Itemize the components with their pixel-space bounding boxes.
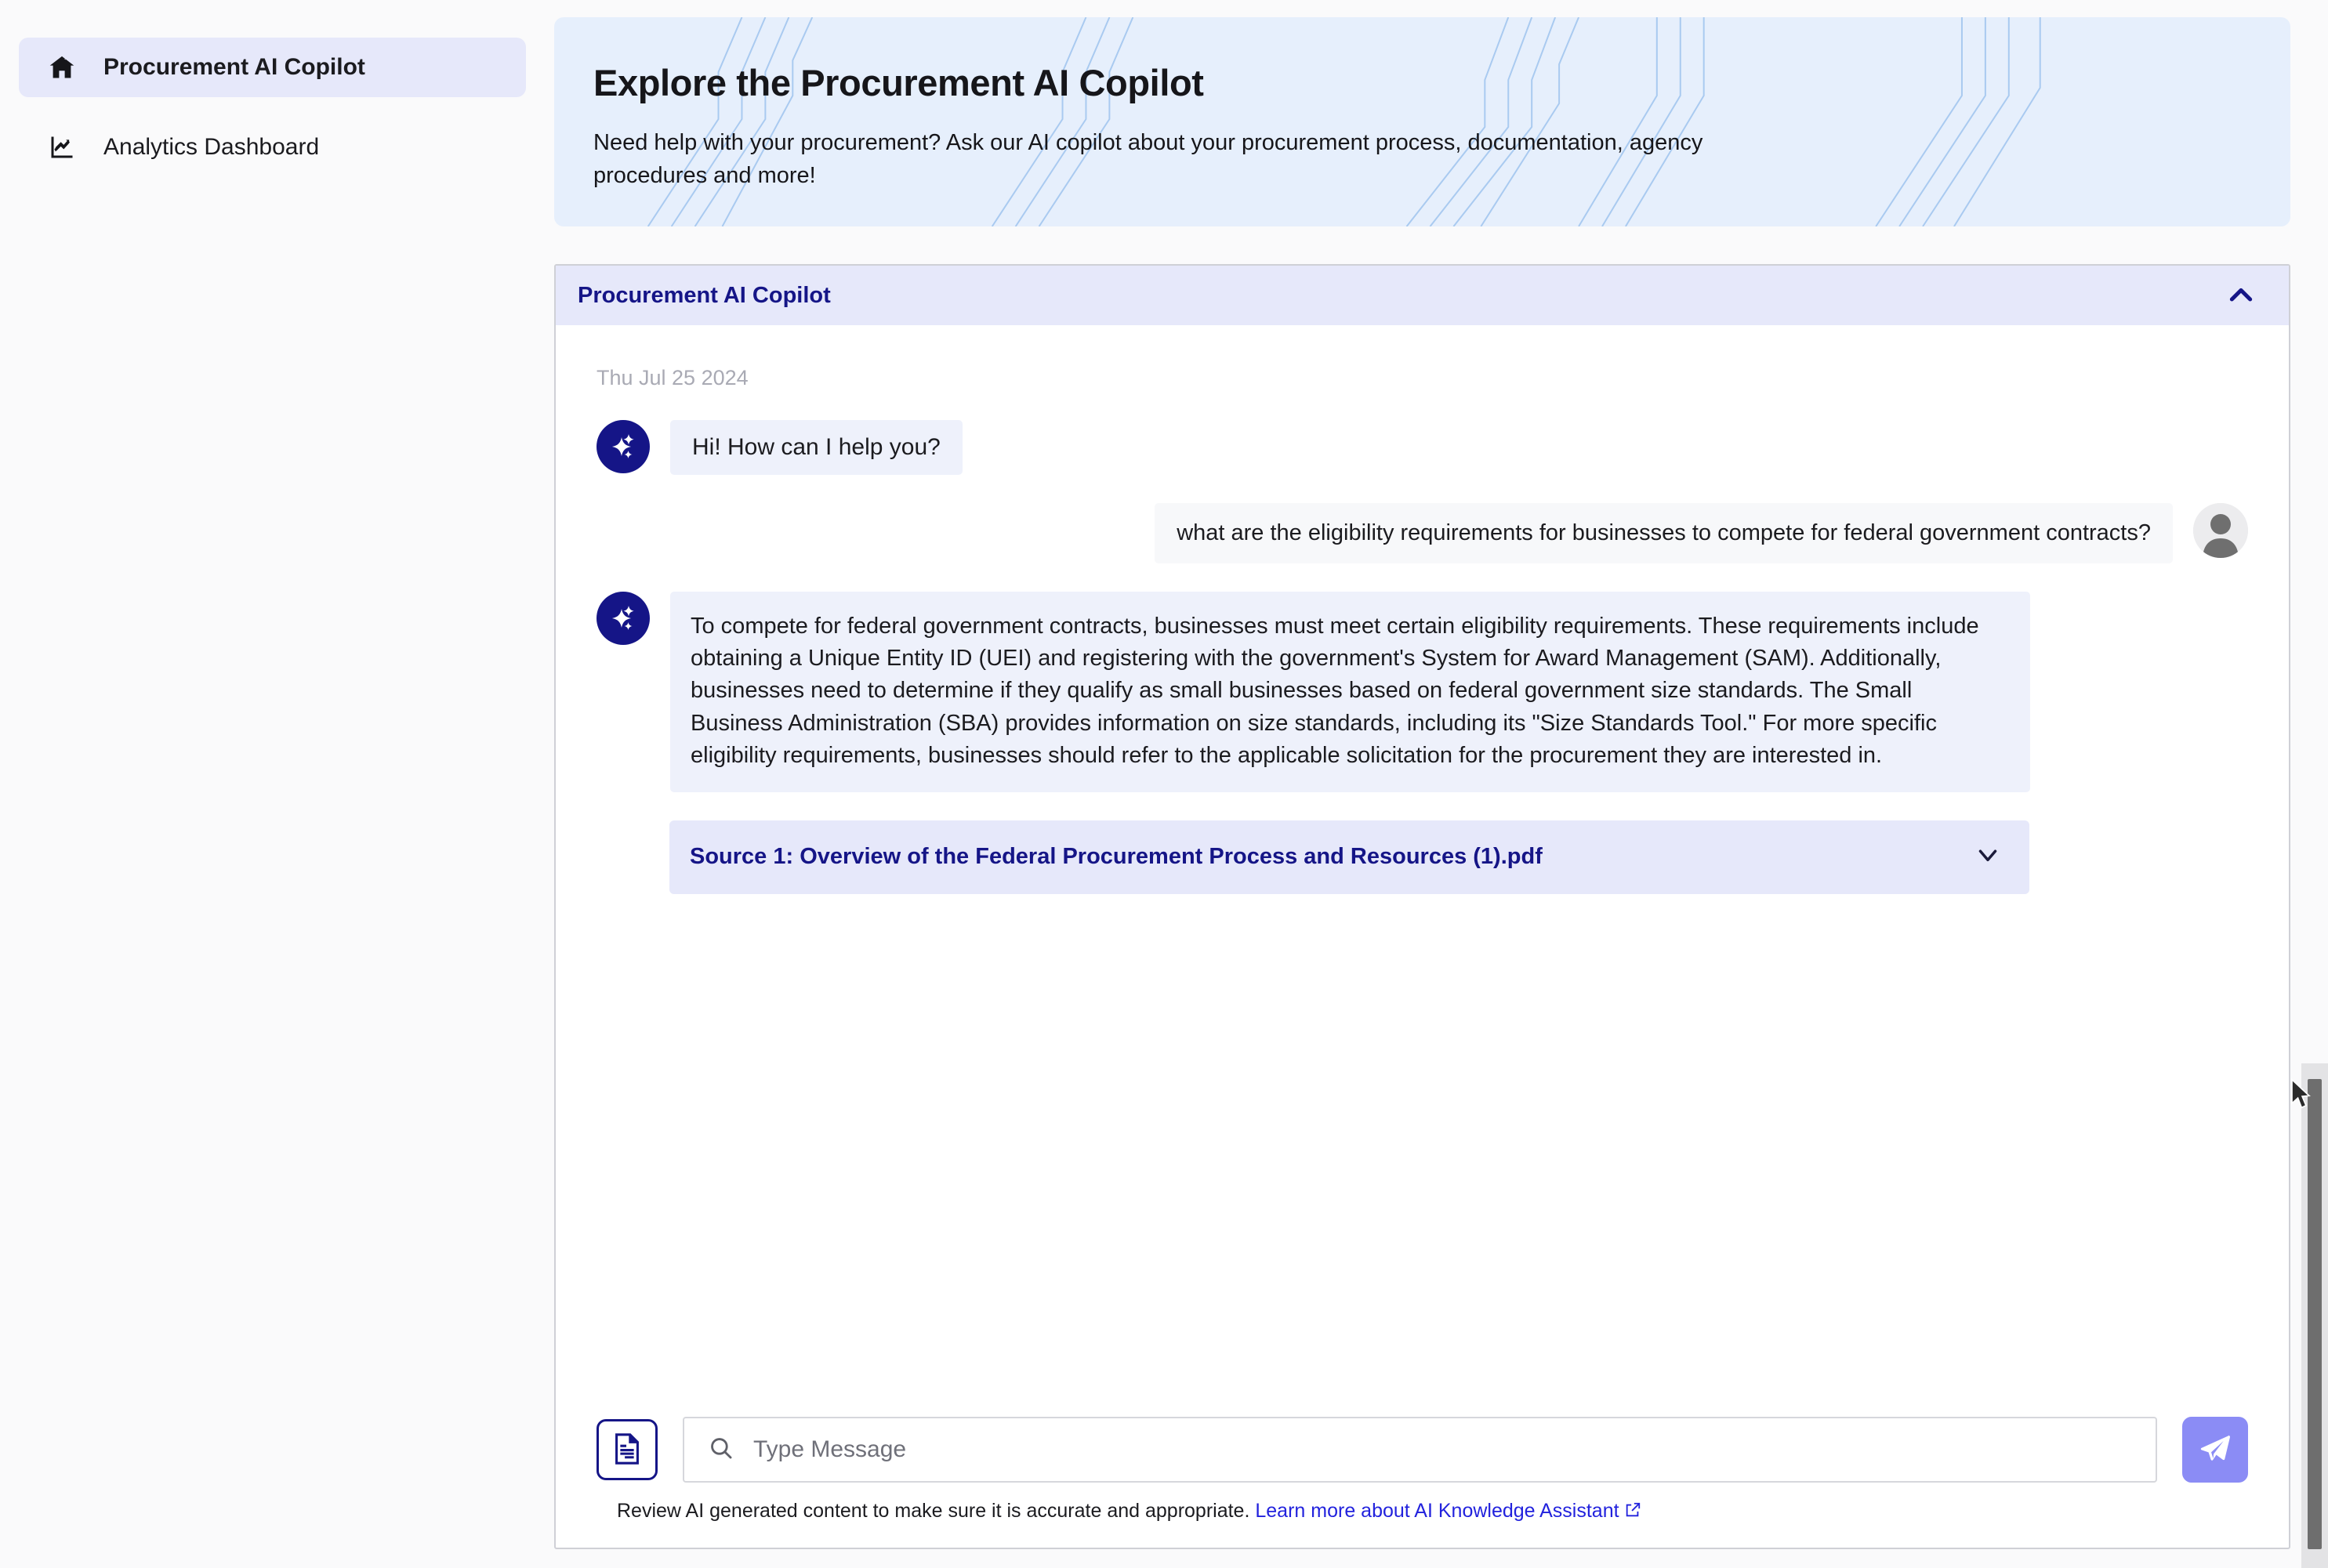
chat-bubble-ai: Hi! How can I help you? (670, 420, 963, 475)
chat-message-list: Thu Jul 25 2024 Hi! How can I help you? (556, 325, 2289, 1417)
sparkle-avatar-icon (597, 420, 650, 473)
hero-banner: Explore the Procurement AI Copilot Need … (554, 17, 2290, 226)
sidebar: Procurement AI Copilot Analytics Dashboa… (0, 0, 554, 1568)
app-root: Procurement AI Copilot Analytics Dashboa… (0, 0, 2328, 1568)
source-accordion-item[interactable]: Source 1: Overview of the Federal Procur… (669, 820, 2029, 894)
sidebar-item-analytics-dashboard[interactable]: Analytics Dashboard (19, 118, 526, 177)
circuit-decoration (647, 17, 2041, 226)
hero-subtitle: Need help with your procurement? Ask our… (593, 130, 1703, 189)
learn-more-link[interactable]: Learn more about AI Knowledge Assistant (1255, 1500, 1619, 1522)
page-title: Explore the Procurement AI Copilot (593, 62, 1204, 103)
send-paper-plane-icon (2197, 1431, 2233, 1469)
document-icon-button[interactable] (597, 1419, 658, 1480)
main-content: Explore the Procurement AI Copilot Need … (554, 0, 2328, 1568)
source-label: Source 1: Overview of the Federal Procur… (690, 844, 1543, 870)
chat-bubble-ai: To compete for federal government contra… (670, 592, 2030, 792)
chevron-up-icon[interactable] (2223, 277, 2259, 313)
sidebar-item-label: Procurement AI Copilot (103, 54, 365, 80)
search-icon (708, 1435, 734, 1465)
scrollbar-thumb[interactable] (2308, 1079, 2322, 1549)
ai-disclaimer: Review AI generated content to make sure… (597, 1500, 2248, 1524)
external-link-icon (1624, 1501, 1641, 1524)
chat-panel: Procurement AI Copilot Thu Jul 25 2024 H… (554, 264, 2290, 1549)
sidebar-item-label: Analytics Dashboard (103, 134, 320, 160)
chat-message-user: what are the eligibility requirements fo… (556, 503, 2289, 563)
chat-date-divider: Thu Jul 25 2024 (597, 366, 749, 389)
home-icon (47, 53, 77, 82)
sidebar-item-procurement-ai-copilot[interactable]: Procurement AI Copilot (19, 38, 526, 97)
chevron-down-icon[interactable] (1973, 840, 2003, 874)
chat-message-ai-greeting: Hi! How can I help you? (556, 420, 2289, 475)
chat-panel-title: Procurement AI Copilot (578, 282, 831, 308)
send-button[interactable] (2182, 1417, 2248, 1483)
message-composer: Review AI generated content to make sure… (556, 1417, 2289, 1524)
document-icon (609, 1431, 645, 1469)
sparkle-avatar-icon (597, 592, 650, 645)
message-input-wrapper[interactable] (683, 1417, 2157, 1483)
vertical-scrollbar[interactable] (2301, 1063, 2328, 1568)
disclaimer-text: Review AI generated content to make sure… (617, 1500, 1250, 1522)
chat-bubble-user: what are the eligibility requirements fo… (1155, 503, 2173, 563)
search-input[interactable] (753, 1436, 2132, 1463)
mouse-cursor (2287, 1077, 2314, 1116)
line-chart-icon (47, 132, 77, 162)
user-avatar-icon (2193, 503, 2248, 558)
chat-message-ai-answer: To compete for federal government contra… (556, 592, 2289, 792)
chat-panel-header[interactable]: Procurement AI Copilot (556, 266, 2289, 325)
